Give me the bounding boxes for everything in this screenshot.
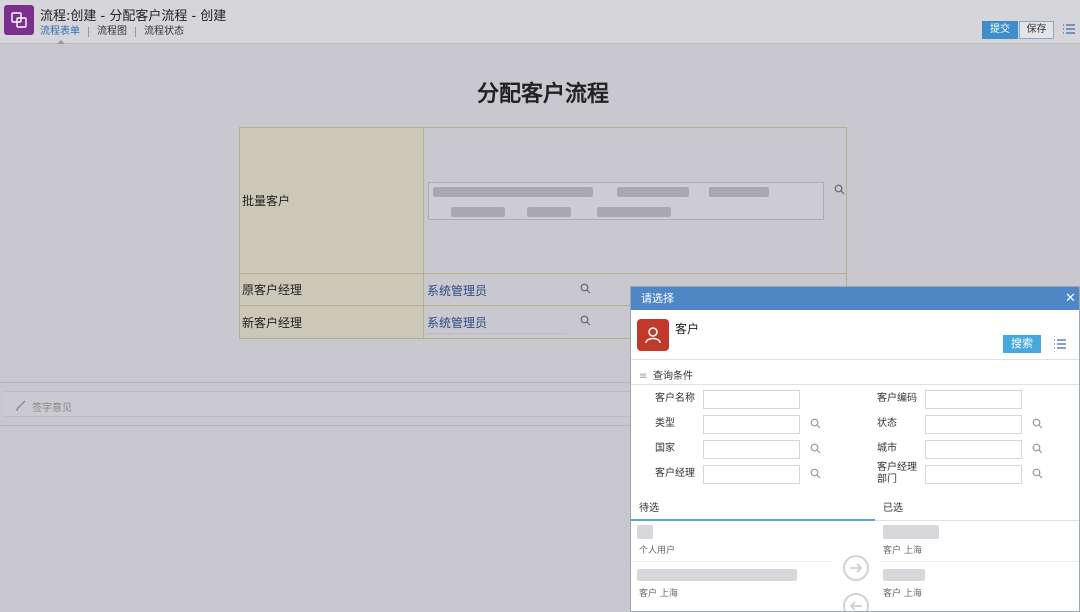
query-label-manager: 客户经理: [655, 468, 695, 479]
country-input[interactable]: [703, 440, 800, 459]
city-input[interactable]: [925, 440, 1022, 459]
blurred-text: [597, 207, 671, 217]
query-section-header: ≡ 查询条件: [639, 367, 693, 382]
type-input[interactable]: [703, 415, 800, 434]
blurred-text: [527, 207, 571, 217]
search-icon[interactable]: [834, 184, 845, 195]
menu-icon[interactable]: [1062, 22, 1076, 36]
tab-status[interactable]: 流程状态: [135, 27, 192, 37]
arrow-left-icon[interactable]: [843, 593, 869, 611]
blurred-text: [451, 207, 505, 217]
blurred-text: [617, 187, 689, 197]
header-tabs: 流程表单 流程图 流程状态: [40, 27, 192, 37]
blurred-text: [883, 525, 939, 539]
manager-dept-input[interactable]: [925, 465, 1022, 484]
active-tab-indicator: [57, 40, 65, 44]
search-icon[interactable]: [1032, 443, 1043, 454]
search-button[interactable]: 搜索: [1003, 335, 1041, 353]
divider: [881, 561, 1079, 562]
dialog-title: 请选择: [641, 292, 674, 305]
pen-icon: [16, 400, 26, 411]
list-item-subtitle: 客户 上海: [883, 546, 922, 556]
blurred-text: [637, 525, 653, 539]
batch-customer-field[interactable]: [428, 182, 824, 220]
divider: [875, 520, 1079, 521]
form-label: 新客户经理: [240, 306, 424, 338]
blurred-text: [709, 187, 769, 197]
divider: [631, 561, 831, 562]
search-icon[interactable]: [810, 418, 821, 429]
old-manager-value[interactable]: 系统管理员: [427, 282, 487, 299]
status-input[interactable]: [925, 415, 1022, 434]
signature-placeholder: 签字意见: [32, 403, 72, 414]
form-row-batch: 批量客户: [240, 128, 846, 274]
close-icon[interactable]: ✕: [1065, 287, 1079, 310]
app-logo-icon: [4, 5, 34, 35]
tab-form[interactable]: 流程表单: [40, 27, 88, 37]
query-title: 查询条件: [653, 371, 693, 382]
list-icon: ≡: [639, 371, 648, 382]
blurred-text: [433, 187, 593, 197]
list-item-subtitle: 客户 上海: [883, 589, 922, 599]
menu-icon[interactable]: [1053, 337, 1067, 351]
manager-input[interactable]: [703, 465, 800, 484]
form-title: 分配客户流程: [476, 82, 609, 107]
user-icon: [637, 319, 669, 351]
form-label: 原客户经理: [240, 274, 424, 305]
form-label: 批量客户: [240, 128, 424, 273]
customer-code-input[interactable]: [925, 390, 1022, 409]
search-icon[interactable]: [580, 315, 591, 326]
field-underline: [427, 333, 567, 334]
query-label-type: 类型: [655, 418, 675, 429]
divider: [631, 384, 1079, 385]
search-icon[interactable]: [810, 443, 821, 454]
blurred-text: [637, 569, 797, 581]
pending-list-title: 待选: [639, 503, 659, 514]
query-label-status: 状态: [877, 418, 897, 429]
customer-name-input[interactable]: [703, 390, 800, 409]
search-icon[interactable]: [580, 283, 591, 294]
query-label-country: 国家: [655, 443, 675, 454]
search-icon[interactable]: [810, 468, 821, 479]
query-label-name: 客户名称: [655, 393, 695, 404]
arrow-right-icon[interactable]: [843, 555, 869, 581]
active-divider: [631, 519, 875, 521]
list-item-subtitle: 个人用户: [639, 546, 676, 556]
selected-list-title: 已选: [883, 503, 903, 514]
top-header: 流程:创建 - 分配客户流程 - 创建 流程表单 流程图 流程状态 提交 保存: [0, 0, 1080, 44]
page-title: 流程:创建 - 分配客户流程 - 创建: [40, 9, 227, 24]
dialog-header: 请选择 ✕: [631, 287, 1079, 310]
query-label-manager-dept: 客户经理部门: [877, 462, 917, 485]
save-button[interactable]: 保存: [1019, 21, 1054, 39]
query-label-code: 客户编码: [877, 393, 917, 404]
blurred-text: [883, 569, 925, 581]
tab-flowchart[interactable]: 流程图: [88, 27, 135, 37]
divider: [631, 359, 1079, 360]
list-item-subtitle: 客户 上海: [639, 589, 678, 599]
query-label-city: 城市: [877, 443, 897, 454]
search-icon[interactable]: [1032, 418, 1043, 429]
entity-name: 客户: [675, 322, 700, 336]
search-icon[interactable]: [1032, 468, 1043, 479]
new-manager-value[interactable]: 系统管理员: [427, 314, 487, 331]
select-dialog: 请选择 ✕ 客户 搜索 ≡ 查询条件 客户名称 客户编码 类型 状态 国家 城市 …: [630, 286, 1080, 612]
form-value-batch: [424, 128, 846, 273]
submit-button[interactable]: 提交: [982, 21, 1018, 39]
